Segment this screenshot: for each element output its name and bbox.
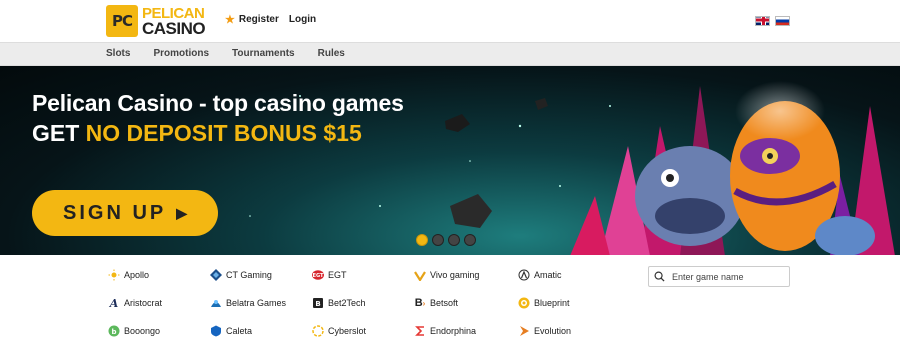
caleta-icon <box>210 325 222 337</box>
betsoft-icon: B › <box>414 297 426 309</box>
svg-text:b: b <box>111 328 116 336</box>
english-flag-icon[interactable] <box>755 16 770 26</box>
booongo-icon: b <box>108 325 120 337</box>
language-switcher <box>755 16 790 26</box>
site-header: PC PELICAN CASINO ★ Register Login <box>0 0 900 42</box>
search-input[interactable] <box>672 271 782 282</box>
provider-caleta[interactable]: Caleta <box>210 325 252 337</box>
svg-text:B: B <box>315 300 320 308</box>
provider-egt[interactable]: EGT EGT <box>312 269 347 281</box>
belatra-icon <box>210 297 222 309</box>
star-icon: ★ <box>225 14 235 26</box>
play-arrow-icon: ▶ <box>176 204 188 221</box>
provider-evolution[interactable]: Evolution <box>518 325 571 337</box>
provider-blueprint[interactable]: Blueprint <box>518 297 570 309</box>
nav-item-slots[interactable]: Slots <box>106 48 130 59</box>
banner-subtitle-prefix: GET <box>32 120 86 146</box>
evolution-icon <box>518 325 530 337</box>
russian-flag-icon[interactable] <box>775 16 790 26</box>
blueprint-icon <box>518 297 530 309</box>
slider-dot-4[interactable] <box>464 234 476 246</box>
aristocrat-icon: A <box>109 296 119 310</box>
provider-betsoft[interactable]: B › Betsoft <box>414 297 458 309</box>
nav-item-rules[interactable]: Rules <box>318 48 345 59</box>
logo[interactable]: PC PELICAN CASINO <box>106 2 206 40</box>
promo-banner: Pelican Casino - top casino games GET NO… <box>0 66 900 255</box>
provider-bet2tech[interactable]: B Bet2Tech <box>312 297 366 309</box>
slider-dot-3[interactable] <box>448 234 460 246</box>
cyberslot-icon <box>312 325 324 337</box>
bet2tech-icon: B <box>312 297 324 309</box>
provider-amatic[interactable]: Amatic <box>518 269 562 281</box>
ct-gaming-icon <box>210 269 222 281</box>
game-search <box>648 266 790 287</box>
logo-text: PELICAN CASINO <box>142 6 206 38</box>
provider-belatra-games[interactable]: Belatra Games <box>210 297 286 309</box>
provider-cyberslot[interactable]: Cyberslot <box>312 325 366 337</box>
provider-booongo[interactable]: b Booongo <box>108 325 160 337</box>
provider-aristocrat[interactable]: A Aristocrat <box>108 296 162 310</box>
endorphina-icon <box>414 325 426 337</box>
provider-vivo-gaming[interactable]: Vivo gaming <box>414 269 479 281</box>
sign-up-label: SIGN UP <box>62 201 167 224</box>
slider-dot-2[interactable] <box>432 234 444 246</box>
logo-line-2: CASINO <box>142 19 206 38</box>
svg-text:EGT: EGT <box>312 273 324 279</box>
login-link[interactable]: Login <box>289 14 316 25</box>
provider-ct-gaming[interactable]: CT Gaming <box>210 269 272 281</box>
banner-subtitle: GET NO DEPOSIT BONUS $15 <box>32 120 362 147</box>
provider-endorphina[interactable]: Endorphina <box>414 325 476 337</box>
slider-dots <box>416 234 476 246</box>
sign-up-button[interactable]: SIGN UP ▶ <box>32 190 218 236</box>
banner-title: Pelican Casino - top casino games <box>32 90 404 116</box>
amatic-icon <box>518 269 530 281</box>
banner-bonus-highlight: NO DEPOSIT BONUS $15 <box>85 120 362 146</box>
slider-dot-1[interactable] <box>416 234 428 246</box>
main-nav: Slots Promotions Tournaments Rules <box>0 42 900 66</box>
search-icon <box>654 271 665 282</box>
egt-icon: EGT <box>312 269 324 281</box>
logo-badge: PC <box>106 5 138 37</box>
sun-icon <box>108 269 120 281</box>
auth-links: ★ Register Login <box>225 13 326 26</box>
register-link[interactable]: Register <box>239 14 279 25</box>
vivo-icon <box>414 269 426 281</box>
nav-item-promotions[interactable]: Promotions <box>153 48 209 59</box>
provider-apollo[interactable]: Apollo <box>108 269 149 281</box>
nav-item-tournaments[interactable]: Tournaments <box>232 48 295 59</box>
